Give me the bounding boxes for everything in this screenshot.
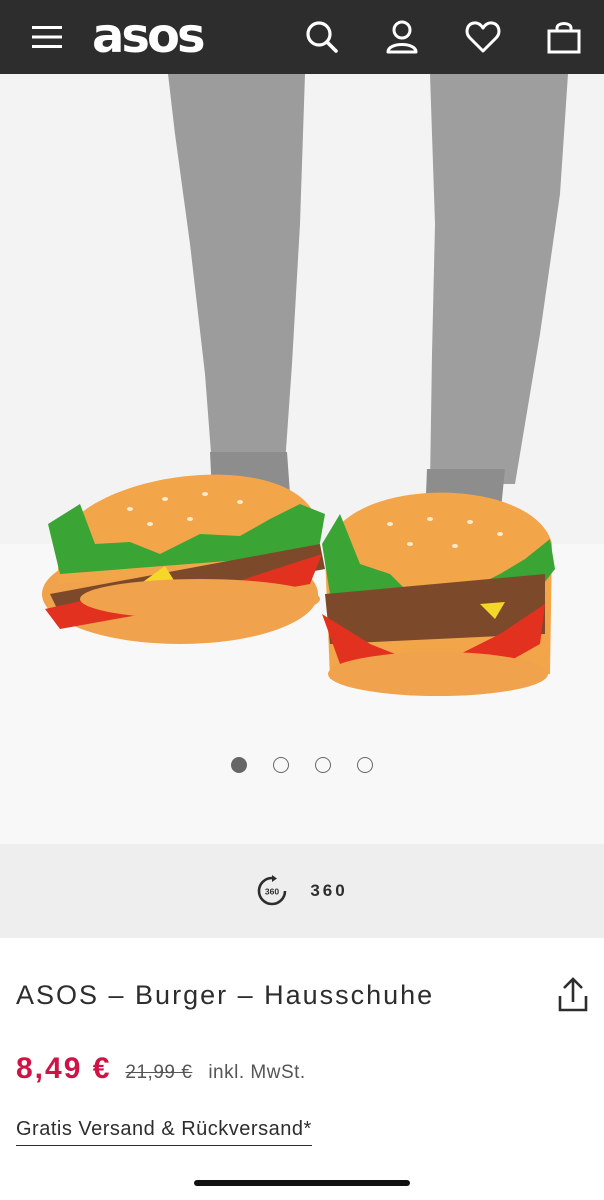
gallery-pagination	[0, 757, 604, 777]
home-indicator	[194, 1180, 410, 1186]
product-title: ASOS – Burger – Hausschuhe	[16, 980, 435, 1010]
account-button[interactable]	[378, 0, 426, 74]
gallery-dot-1[interactable]	[231, 757, 247, 773]
gallery-dot-3[interactable]	[315, 757, 331, 773]
product-page: asos 360 360 ASOS – Burger – Hausschuhe …	[0, 0, 604, 1200]
user-icon	[386, 20, 418, 54]
price-row: 8,49 € 21,99 € inkl. MwSt.	[16, 1052, 306, 1092]
svg-text:360: 360	[265, 887, 279, 897]
view-360-label: 360	[310, 881, 348, 900]
bag-button[interactable]	[540, 0, 588, 74]
view-360-button[interactable]: 360 360	[0, 844, 604, 938]
share-icon	[558, 977, 588, 1012]
free-shipping-link[interactable]: Gratis Versand & Rückversand*	[16, 1118, 312, 1146]
hamburger-menu-icon	[32, 26, 62, 48]
gallery-dot-2[interactable]	[273, 757, 289, 773]
asos-logo[interactable]: asos	[92, 8, 206, 64]
gallery-dot-4[interactable]	[357, 757, 373, 773]
menu-button[interactable]	[22, 0, 72, 74]
product-image-gallery[interactable]	[0, 74, 604, 844]
shopping-bag-icon	[547, 22, 581, 54]
vat-note: inkl. MwSt.	[208, 1062, 306, 1083]
heart-icon	[465, 21, 501, 53]
top-nav-bar: asos	[0, 0, 604, 74]
share-button[interactable]	[556, 976, 590, 1016]
rotate-360-icon: 360	[258, 875, 287, 906]
search-button[interactable]	[298, 0, 346, 74]
original-price: 21,99 €	[125, 1062, 193, 1083]
product-image	[0, 74, 604, 844]
saved-items-button[interactable]	[458, 0, 508, 74]
search-icon	[306, 21, 338, 53]
current-price: 8,49 €	[16, 1052, 112, 1085]
